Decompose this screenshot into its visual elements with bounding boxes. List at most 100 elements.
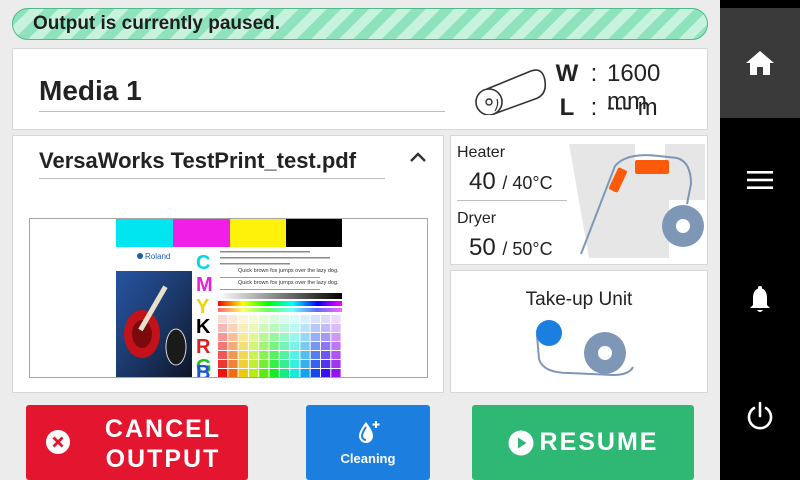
preview-swatch — [248, 324, 259, 332]
status-message: Output is currently paused. — [33, 13, 281, 34]
job-panel: VersaWorks TestPrint_test.pdf Roland C M… — [12, 135, 444, 393]
cancel-output-button[interactable]: CANCEL OUTPUT — [26, 405, 248, 480]
preview-swatch — [290, 333, 300, 341]
preview-swatch — [290, 324, 300, 332]
media-roll-icon — [475, 69, 547, 115]
preview-swatch — [279, 351, 290, 359]
media-panel[interactable]: Media 1 W : 1600 mm L : --- m — [12, 48, 708, 130]
preview-swatch — [259, 360, 269, 368]
sidebar-menu[interactable] — [720, 120, 800, 240]
preview-swatch — [331, 333, 341, 341]
preview-swatch — [310, 315, 320, 323]
preview-swatch — [310, 333, 320, 341]
svg-text:B: B — [196, 362, 210, 378]
cleaning-label: Cleaning — [340, 451, 396, 466]
preview-swatch — [290, 315, 300, 323]
preview-swatch — [290, 360, 300, 368]
preview-swatch — [321, 342, 331, 350]
preview-swatch — [300, 333, 310, 341]
bell-icon — [750, 286, 770, 312]
preview-swatch — [300, 360, 310, 368]
preview-swatch — [290, 342, 300, 350]
heater-temperature: 40 / 40°C — [469, 168, 553, 196]
sidebar-home[interactable] — [720, 8, 800, 118]
preview-swatch — [310, 360, 320, 368]
preview-swatch — [321, 360, 331, 368]
preview-swatch — [310, 342, 320, 350]
preview-swatch — [331, 324, 341, 332]
preview-swatch — [259, 324, 269, 332]
heater-label: Heater — [457, 144, 506, 161]
svg-text:K: K — [196, 316, 211, 338]
heater-target: / 40°C — [502, 173, 553, 193]
preview-swatch — [300, 351, 310, 359]
play-icon — [508, 430, 534, 455]
heater-dryer-panel[interactable]: Heater 40 / 40°C Dryer 50 / 50°C — [450, 135, 708, 265]
preview-swatch — [228, 315, 238, 323]
preview-swatch — [218, 324, 228, 332]
preview-swatch — [321, 351, 331, 359]
cancel-label-line2: OUTPUT — [105, 445, 221, 473]
preview-swatch — [279, 369, 290, 377]
media-name: Media 1 — [39, 75, 142, 106]
preview-swatch — [238, 369, 248, 377]
preview-swatch — [290, 351, 300, 359]
media-length: L : --- m — [553, 94, 658, 122]
preview-swatch — [331, 360, 341, 368]
preview-swatch — [269, 351, 279, 359]
preview-swatch — [321, 333, 331, 341]
preview-swatch — [228, 342, 238, 350]
preview-swatch — [331, 342, 341, 350]
preview-swatch — [279, 333, 290, 341]
preview-swatch — [269, 360, 279, 368]
preview-swatch — [279, 315, 290, 323]
takeup-unit-panel[interactable]: Take-up Unit — [450, 270, 708, 393]
preview-swatch — [300, 315, 310, 323]
preview-swatch — [331, 351, 341, 359]
home-icon — [746, 51, 774, 75]
preview-swatch — [310, 351, 320, 359]
takeup-label: Take-up Unit — [525, 289, 633, 310]
preview-swatch — [269, 324, 279, 332]
preview-swatch — [269, 333, 279, 341]
preview-swatch — [248, 369, 259, 377]
preview-swatch — [248, 360, 259, 368]
preview-swatch — [228, 360, 238, 368]
preview-swatch — [300, 369, 310, 377]
sidebar-notifications[interactable] — [720, 240, 800, 360]
svg-text:M: M — [196, 274, 213, 296]
printer-heater-diagram — [569, 144, 705, 258]
preview-brand: Roland — [145, 252, 170, 261]
length-separator: : — [590, 94, 598, 121]
preview-swatch — [331, 369, 341, 377]
print-preview-thumbnail: Roland C M Y K R G B Quick brown fox jum… — [116, 219, 342, 378]
takeup-diagram — [536, 320, 634, 377]
preview-swatch — [248, 315, 259, 323]
cleaning-drop-icon — [359, 421, 380, 443]
preview-swatch — [300, 342, 310, 350]
cleaning-button[interactable]: Cleaning — [306, 405, 430, 480]
sidebar — [720, 0, 800, 480]
resume-label: RESUME — [539, 428, 659, 456]
preview-swatch — [218, 342, 228, 350]
preview-swatch — [269, 369, 279, 377]
sidebar-power[interactable] — [720, 360, 800, 472]
job-filename-underline — [39, 178, 385, 179]
preview-swatch — [218, 360, 228, 368]
preview-swatch — [238, 351, 248, 359]
preview-swatch — [228, 324, 238, 332]
preview-swatch — [310, 369, 320, 377]
svg-text:Y: Y — [196, 296, 210, 318]
preview-swatch — [331, 315, 341, 323]
media-name-underline — [39, 111, 445, 112]
preview-swatch — [248, 342, 259, 350]
resume-button[interactable]: RESUME — [472, 405, 694, 480]
preview-swatch — [259, 351, 269, 359]
heater-current: 40 — [469, 168, 496, 195]
chevron-up-icon[interactable] — [409, 150, 427, 164]
preview-swatch — [218, 333, 228, 341]
dryer-current: 50 — [469, 234, 496, 261]
preview-swatch — [248, 351, 259, 359]
preview-swatch — [238, 315, 248, 323]
preview-swatch — [290, 369, 300, 377]
